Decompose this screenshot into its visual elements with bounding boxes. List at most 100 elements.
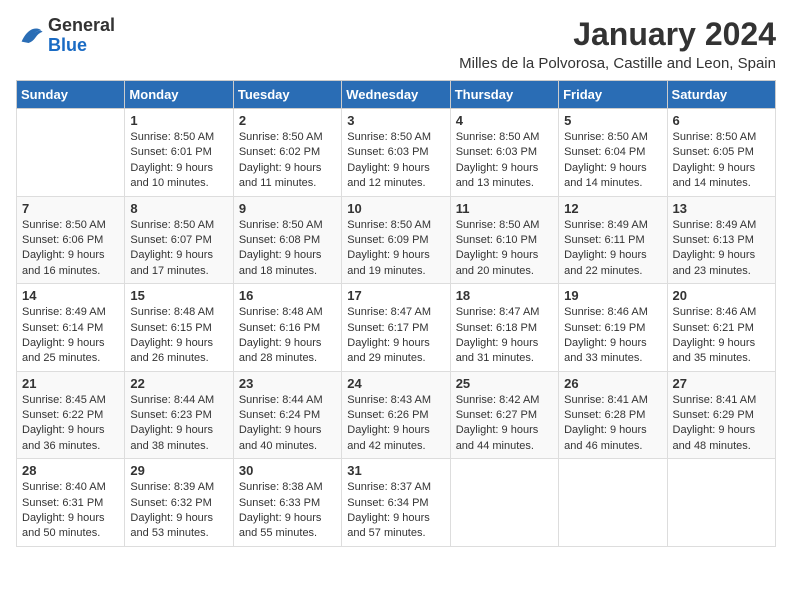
day-number: 1 xyxy=(130,113,227,128)
logo: General Blue xyxy=(16,16,115,56)
day-number: 18 xyxy=(456,288,553,303)
day-number: 23 xyxy=(239,376,336,391)
day-info: Sunrise: 8:49 AMSunset: 6:13 PMDaylight:… xyxy=(673,218,770,280)
calendar-day-cell xyxy=(17,109,125,197)
day-number: 29 xyxy=(130,463,227,478)
day-number: 14 xyxy=(22,288,119,303)
day-number: 22 xyxy=(130,376,227,391)
calendar-day-cell: 24Sunrise: 8:43 AMSunset: 6:26 PMDayligh… xyxy=(342,371,450,459)
day-number: 7 xyxy=(22,201,119,216)
day-info: Sunrise: 8:50 AMSunset: 6:08 PMDaylight:… xyxy=(239,218,336,280)
day-info: Sunrise: 8:50 AMSunset: 6:10 PMDaylight:… xyxy=(456,218,553,280)
day-info: Sunrise: 8:50 AMSunset: 6:04 PMDaylight:… xyxy=(564,130,661,192)
month-title: January 2024 xyxy=(459,16,776,53)
calendar-day-cell: 19 Sunrise: 8:46 AMSunset: 6:19 PMDayligh… xyxy=(559,284,667,372)
day-number: 20 xyxy=(673,288,770,303)
calendar-day-cell: 3 Sunrise: 8:50 AMSunset: 6:03 PMDaylight… xyxy=(342,109,450,197)
day-number: 28 xyxy=(22,463,119,478)
day-number: 5 xyxy=(564,113,661,128)
day-info: Sunrise: 8:46 AMSunset: 6:19 PMDaylight:… xyxy=(564,305,661,367)
calendar-day-cell xyxy=(450,459,558,547)
day-number: 27 xyxy=(673,376,770,391)
calendar-day-cell: 16Sunrise: 8:48 AMSunset: 6:16 PMDayligh… xyxy=(233,284,341,372)
day-number: 4 xyxy=(456,113,553,128)
calendar-day-cell: 29 Sunrise: 8:39 AMSunset: 6:32 PMDayligh… xyxy=(125,459,233,547)
calendar-table: SundayMondayTuesdayWednesdayThursdayFrid… xyxy=(16,80,776,547)
weekday-header-cell: Sunday xyxy=(17,81,125,109)
weekday-header-cell: Wednesday xyxy=(342,81,450,109)
day-number: 19 xyxy=(564,288,661,303)
day-number: 2 xyxy=(239,113,336,128)
weekday-header-cell: Friday xyxy=(559,81,667,109)
day-info: Sunrise: 8:50 AMSunset: 6:01 PMDaylight:… xyxy=(130,130,227,192)
calendar-day-cell: 22Sunrise: 8:44 AMSunset: 6:23 PMDayligh… xyxy=(125,371,233,459)
day-info: Sunrise: 8:50 AMSunset: 6:09 PMDaylight:… xyxy=(347,218,444,280)
day-info: Sunrise: 8:39 AMSunset: 6:32 PMDaylight:… xyxy=(130,480,227,542)
calendar-day-cell: 1 Sunrise: 8:50 AMSunset: 6:01 PMDaylight… xyxy=(125,109,233,197)
calendar-week-row: 1 Sunrise: 8:50 AMSunset: 6:01 PMDaylight… xyxy=(17,109,776,197)
day-info: Sunrise: 8:50 AMSunset: 6:07 PMDaylight:… xyxy=(130,218,227,280)
day-info: Sunrise: 8:49 AMSunset: 6:14 PMDaylight:… xyxy=(22,305,119,367)
calendar-day-cell: 25 Sunrise: 8:42 AMSunset: 6:27 PMDayligh… xyxy=(450,371,558,459)
calendar-day-cell xyxy=(667,459,775,547)
day-number: 26 xyxy=(564,376,661,391)
day-info: Sunrise: 8:42 AMSunset: 6:27 PMDaylight:… xyxy=(456,393,553,455)
logo-icon xyxy=(16,22,44,50)
logo-text: General Blue xyxy=(48,16,115,56)
day-info: Sunrise: 8:40 AMSunset: 6:31 PMDaylight:… xyxy=(22,480,119,542)
calendar-day-cell: 17Sunrise: 8:47 AMSunset: 6:17 PMDayligh… xyxy=(342,284,450,372)
day-info: Sunrise: 8:45 AMSunset: 6:22 PMDaylight:… xyxy=(22,393,119,455)
day-number: 11 xyxy=(456,201,553,216)
calendar-day-cell: 9Sunrise: 8:50 AMSunset: 6:08 PMDaylight… xyxy=(233,196,341,284)
location-subtitle: Milles de la Polvorosa, Castille and Leo… xyxy=(459,55,776,72)
day-info: Sunrise: 8:46 AMSunset: 6:21 PMDaylight:… xyxy=(673,305,770,367)
day-number: 12 xyxy=(564,201,661,216)
weekday-header-cell: Monday xyxy=(125,81,233,109)
day-number: 8 xyxy=(130,201,227,216)
day-info: Sunrise: 8:50 AMSunset: 6:02 PMDaylight:… xyxy=(239,130,336,192)
calendar-day-cell: 21 Sunrise: 8:45 AMSunset: 6:22 PMDayligh… xyxy=(17,371,125,459)
day-number: 31 xyxy=(347,463,444,478)
day-info: Sunrise: 8:47 AMSunset: 6:18 PMDaylight:… xyxy=(456,305,553,367)
day-number: 3 xyxy=(347,113,444,128)
day-number: 21 xyxy=(22,376,119,391)
day-info: Sunrise: 8:50 AMSunset: 6:06 PMDaylight:… xyxy=(22,218,119,280)
calendar-day-cell: 23Sunrise: 8:44 AMSunset: 6:24 PMDayligh… xyxy=(233,371,341,459)
calendar-week-row: 7 Sunrise: 8:50 AMSunset: 6:06 PMDaylight… xyxy=(17,196,776,284)
weekday-header-cell: Saturday xyxy=(667,81,775,109)
calendar-day-cell: 20 Sunrise: 8:46 AMSunset: 6:21 PMDayligh… xyxy=(667,284,775,372)
day-info: Sunrise: 8:37 AMSunset: 6:34 PMDaylight:… xyxy=(347,480,444,542)
day-info: Sunrise: 8:50 AMSunset: 6:03 PMDaylight:… xyxy=(456,130,553,192)
page-header: General Blue January 2024 Milles de la P… xyxy=(16,16,776,72)
calendar-day-cell: 28 Sunrise: 8:40 AMSunset: 6:31 PMDayligh… xyxy=(17,459,125,547)
day-number: 13 xyxy=(673,201,770,216)
weekday-header-cell: Tuesday xyxy=(233,81,341,109)
calendar-week-row: 14 Sunrise: 8:49 AMSunset: 6:14 PMDayligh… xyxy=(17,284,776,372)
calendar-day-cell: 7 Sunrise: 8:50 AMSunset: 6:06 PMDaylight… xyxy=(17,196,125,284)
calendar-day-cell xyxy=(559,459,667,547)
calendar-day-cell: 15Sunrise: 8:48 AMSunset: 6:15 PMDayligh… xyxy=(125,284,233,372)
calendar-day-cell: 11 Sunrise: 8:50 AMSunset: 6:10 PMDayligh… xyxy=(450,196,558,284)
day-info: Sunrise: 8:41 AMSunset: 6:29 PMDaylight:… xyxy=(673,393,770,455)
day-info: Sunrise: 8:50 AMSunset: 6:05 PMDaylight:… xyxy=(673,130,770,192)
calendar-body: 1 Sunrise: 8:50 AMSunset: 6:01 PMDaylight… xyxy=(17,109,776,547)
day-number: 30 xyxy=(239,463,336,478)
calendar-day-cell: 5 Sunrise: 8:50 AMSunset: 6:04 PMDaylight… xyxy=(559,109,667,197)
day-info: Sunrise: 8:41 AMSunset: 6:28 PMDaylight:… xyxy=(564,393,661,455)
calendar-day-cell: 27 Sunrise: 8:41 AMSunset: 6:29 PMDayligh… xyxy=(667,371,775,459)
day-number: 25 xyxy=(456,376,553,391)
calendar-day-cell: 14 Sunrise: 8:49 AMSunset: 6:14 PMDayligh… xyxy=(17,284,125,372)
day-info: Sunrise: 8:50 AMSunset: 6:03 PMDaylight:… xyxy=(347,130,444,192)
calendar-day-cell: 13 Sunrise: 8:49 AMSunset: 6:13 PMDayligh… xyxy=(667,196,775,284)
day-info: Sunrise: 8:38 AMSunset: 6:33 PMDaylight:… xyxy=(239,480,336,542)
calendar-day-cell: 12Sunrise: 8:49 AMSunset: 6:11 PMDayligh… xyxy=(559,196,667,284)
calendar-day-cell: 4 Sunrise: 8:50 AMSunset: 6:03 PMDaylight… xyxy=(450,109,558,197)
weekday-header-cell: Thursday xyxy=(450,81,558,109)
calendar-day-cell: 26 Sunrise: 8:41 AMSunset: 6:28 PMDayligh… xyxy=(559,371,667,459)
calendar-week-row: 21 Sunrise: 8:45 AMSunset: 6:22 PMDayligh… xyxy=(17,371,776,459)
calendar-day-cell: 6Sunrise: 8:50 AMSunset: 6:05 PMDaylight… xyxy=(667,109,775,197)
day-number: 16 xyxy=(239,288,336,303)
calendar-week-row: 28 Sunrise: 8:40 AMSunset: 6:31 PMDayligh… xyxy=(17,459,776,547)
day-number: 15 xyxy=(130,288,227,303)
day-number: 17 xyxy=(347,288,444,303)
